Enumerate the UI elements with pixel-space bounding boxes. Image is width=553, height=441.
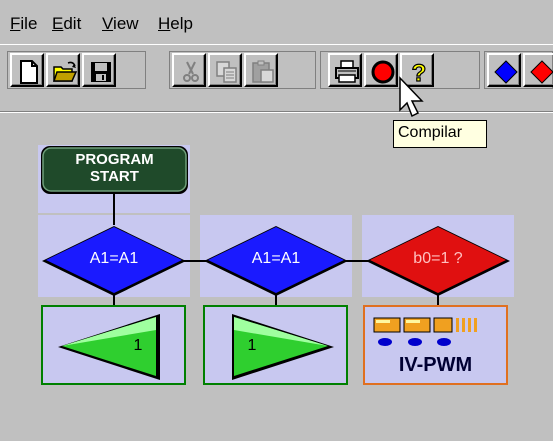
pwm-label[interactable]: IV-PWM bbox=[364, 354, 507, 377]
menu-help[interactable]: Help bbox=[158, 14, 193, 34]
open-folder-icon bbox=[52, 61, 78, 82]
copy-icon bbox=[216, 61, 237, 83]
compile-tooltip: Compilar bbox=[393, 120, 487, 148]
menu-file[interactable]: File bbox=[10, 14, 37, 34]
blue-decision-button[interactable] bbox=[487, 53, 521, 87]
decision-2-label[interactable]: A1=A1 bbox=[226, 250, 326, 268]
question-mark-icon: ? bbox=[411, 59, 427, 85]
decision-1-label[interactable]: A1=A1 bbox=[64, 250, 164, 268]
cut-icon bbox=[183, 61, 199, 82]
red-decision-button[interactable] bbox=[523, 53, 553, 87]
compile-button[interactable] bbox=[364, 53, 398, 87]
action-2-value[interactable]: 1 bbox=[242, 337, 262, 355]
cut-button[interactable] bbox=[172, 53, 206, 87]
print-button[interactable] bbox=[328, 53, 362, 87]
open-file-button[interactable] bbox=[46, 53, 80, 87]
new-file-button[interactable] bbox=[10, 53, 44, 87]
paste-icon bbox=[252, 60, 274, 83]
menu-view[interactable]: View bbox=[102, 14, 139, 34]
paste-button[interactable] bbox=[244, 53, 278, 87]
decision-3-label[interactable]: b0=1 ? bbox=[388, 250, 488, 268]
menu-edit[interactable]: Edit bbox=[52, 14, 81, 34]
printer-icon bbox=[335, 60, 359, 83]
toolbar-divider bbox=[0, 111, 553, 113]
save-icon bbox=[91, 62, 111, 82]
program-start-label[interactable]: PROGRAM START bbox=[43, 151, 186, 185]
menu-bar: File Edit View Help bbox=[0, 0, 553, 44]
svg-text:?: ? bbox=[412, 60, 427, 85]
new-file-icon bbox=[20, 60, 38, 84]
save-button[interactable] bbox=[82, 53, 116, 87]
compile-record-icon bbox=[371, 60, 395, 84]
copy-button[interactable] bbox=[208, 53, 242, 87]
action-1-value[interactable]: 1 bbox=[128, 337, 148, 355]
blue-diamond-icon bbox=[494, 60, 518, 84]
red-diamond-icon bbox=[530, 60, 553, 84]
help-button[interactable]: ? bbox=[400, 53, 434, 87]
